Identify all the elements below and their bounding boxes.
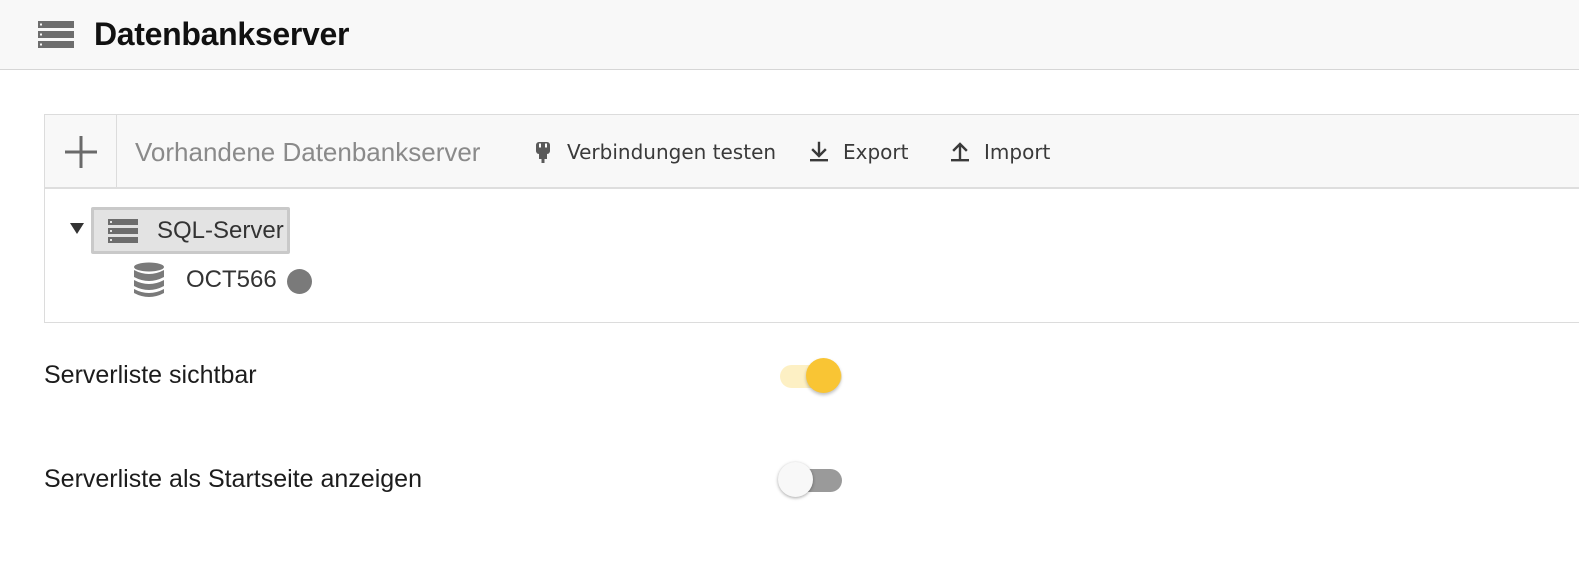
test-connections-label: Verbindungen testen xyxy=(567,140,777,164)
tree-node-label: SQL-Server xyxy=(157,217,284,244)
download-icon xyxy=(810,141,828,162)
server-panel: Vorhandene Datenbankserver Verbindungen … xyxy=(44,114,1579,323)
export-button[interactable]: Export xyxy=(807,137,908,167)
server-list-start-page-toggle[interactable] xyxy=(778,460,842,500)
server-list-visible-label: Serverliste sichtbar xyxy=(44,361,257,389)
plug-icon xyxy=(536,142,550,163)
export-label: Export xyxy=(843,140,909,164)
app-header: Datenbankserver xyxy=(0,0,1579,70)
toggle-knob xyxy=(778,462,813,497)
tree-node-label: OCT566 xyxy=(186,266,277,293)
test-connections-button[interactable]: Verbindungen testen xyxy=(531,137,776,167)
toggle-knob xyxy=(806,358,841,393)
server-list-start-page-label: Serverliste als Startseite anzeigen xyxy=(44,465,422,493)
server-rack-icon xyxy=(38,21,74,48)
page-title: Datenbankserver xyxy=(94,16,350,52)
add-server-button[interactable] xyxy=(45,115,117,187)
import-label: Import xyxy=(984,140,1051,164)
tree-node-sql-server[interactable]: SQL-Server xyxy=(91,207,290,254)
toolbar-title: Vorhandene Datenbankserver xyxy=(135,137,481,167)
import-button[interactable]: Import xyxy=(948,137,1050,167)
server-rack-icon xyxy=(108,219,138,243)
expand-triangle-icon[interactable] xyxy=(69,221,85,235)
server-list-visible-toggle[interactable] xyxy=(778,356,842,396)
status-dot xyxy=(287,269,312,294)
tree-node-database[interactable]: OCT566 xyxy=(133,261,333,301)
database-icon xyxy=(134,262,164,297)
plus-icon xyxy=(65,136,97,168)
upload-icon xyxy=(951,142,969,162)
panel-toolbar: Vorhandene Datenbankserver Verbindungen … xyxy=(45,115,1579,189)
